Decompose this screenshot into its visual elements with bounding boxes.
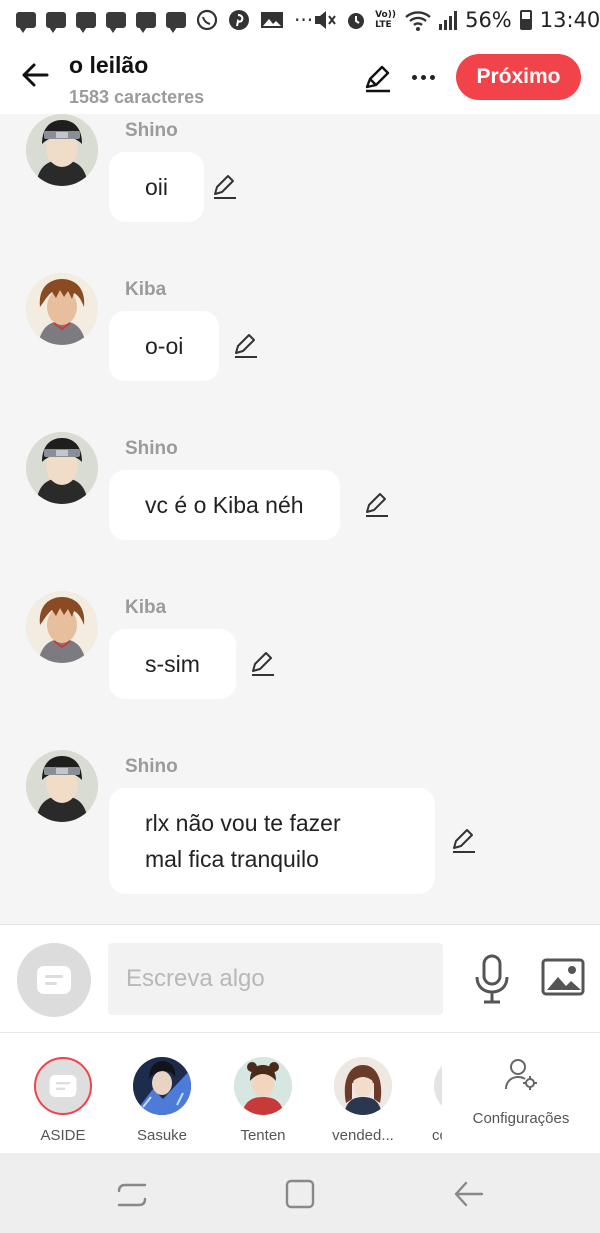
chat-bubble-icon — [106, 12, 126, 33]
message-text: vc é o Kiba néh — [145, 492, 304, 518]
character-label: Sasuke — [136, 1127, 188, 1144]
app-bar: o leilão 1583 caracteres Próximo — [0, 40, 600, 114]
avatar-shino[interactable] — [26, 750, 98, 822]
message-text: oii — [145, 174, 169, 200]
clock: 13:40 — [539, 8, 600, 32]
chat-bubble-icon — [46, 12, 66, 33]
more-notifications-icon: ··· — [294, 8, 314, 32]
message-text-line: mal fica tranquilo — [145, 846, 319, 872]
sender-name: Shino — [125, 756, 178, 777]
message-bubble[interactable]: vc é o Kiba néh — [109, 470, 340, 540]
page-title: o leilão — [69, 52, 149, 78]
character-label: cc — [432, 1127, 442, 1144]
message-bubble[interactable]: rlx não vou te fazer mal fica tranquilo — [109, 788, 435, 894]
chat-bubble-icon — [166, 12, 186, 33]
settings-label: Configurações — [472, 1110, 570, 1127]
message-bubble[interactable]: s-sim — [109, 629, 236, 699]
character-bar: ASIDE Sasuke Tenten vended... cc Configu… — [0, 1032, 600, 1153]
aside-toggle-button[interactable] — [17, 943, 91, 1017]
character-label: vended... — [332, 1127, 394, 1144]
character-partial[interactable]: cc — [432, 1057, 442, 1157]
edit-message-icon[interactable] — [362, 490, 392, 520]
image-icon — [261, 12, 283, 28]
message-text: o-oi — [145, 333, 184, 359]
recent-apps-icon[interactable] — [115, 1177, 149, 1211]
whatsapp-icon — [196, 9, 218, 31]
edit-message-icon[interactable] — [248, 649, 278, 679]
character-label: ASIDE — [40, 1127, 86, 1144]
back-nav-icon[interactable] — [452, 1177, 486, 1211]
character-tenten[interactable]: Tenten — [218, 1057, 308, 1144]
settings-button[interactable]: Configurações — [462, 1057, 580, 1127]
sender-name: Kiba — [125, 279, 167, 300]
notification-icons: ··· — [16, 8, 314, 33]
edit-message-icon[interactable] — [210, 172, 240, 202]
avatar — [334, 1057, 392, 1115]
battery-icon — [519, 10, 532, 30]
pinterest-icon — [229, 10, 249, 30]
arrow-left-icon — [22, 63, 49, 87]
home-icon[interactable] — [283, 1177, 317, 1211]
wifi-icon — [405, 11, 431, 31]
edit-message-icon[interactable] — [449, 826, 479, 856]
avatar-shino[interactable] — [26, 114, 98, 186]
avatar — [133, 1057, 191, 1115]
avatar-kiba[interactable] — [26, 273, 98, 345]
mute-icon — [315, 11, 336, 29]
status-bar: ··· Vo)) LTE 56% 13:40 — [0, 0, 600, 40]
battery-percent: 56% — [465, 8, 512, 32]
chat-bubble-icon — [136, 12, 156, 33]
edit-title-icon[interactable] — [362, 62, 394, 94]
signal-icon — [439, 10, 458, 30]
message-bubble[interactable]: o-oi — [109, 311, 220, 381]
aside-avatar — [34, 1057, 92, 1115]
aside-icon — [49, 1074, 77, 1098]
system-nav-bar — [0, 1153, 600, 1233]
chat-thread[interactable]: Shino oii Kiba o-oi Shino vc é o Kiba né… — [0, 114, 600, 924]
sender-name: Shino — [125, 438, 178, 459]
image-upload-icon[interactable] — [541, 957, 585, 997]
more-options-button[interactable] — [408, 64, 438, 90]
alarm-icon — [348, 13, 365, 29]
message-text-line: rlx não vou te fazer — [145, 810, 341, 836]
chat-bubble-icon — [16, 12, 36, 33]
microphone-icon[interactable] — [472, 953, 512, 1005]
message-text: s-sim — [145, 651, 200, 677]
message-bubble[interactable]: oii — [109, 152, 205, 222]
sender-name: Kiba — [125, 597, 167, 618]
volte-indicator: Vo)) LTE — [375, 10, 396, 30]
character-count: 1583 caracteres — [69, 87, 205, 107]
edit-message-icon[interactable] — [231, 331, 261, 361]
back-button[interactable] — [18, 58, 52, 92]
aside-icon — [37, 966, 71, 994]
character-label: Tenten — [240, 1127, 286, 1144]
character-vendedor[interactable]: vended... — [318, 1057, 408, 1144]
avatar-shino[interactable] — [26, 432, 98, 504]
chat-bubble-icon — [76, 12, 96, 33]
message-input[interactable] — [108, 943, 443, 1015]
compose-bar — [0, 924, 600, 1032]
avatar — [234, 1057, 292, 1115]
sender-name: Shino — [125, 120, 178, 141]
character-aside[interactable]: ASIDE — [18, 1057, 108, 1144]
user-settings-icon — [505, 1059, 537, 1090]
next-button[interactable]: Próximo — [456, 54, 581, 100]
character-sasuke[interactable]: Sasuke — [117, 1057, 207, 1144]
avatar-kiba[interactable] — [26, 591, 98, 663]
